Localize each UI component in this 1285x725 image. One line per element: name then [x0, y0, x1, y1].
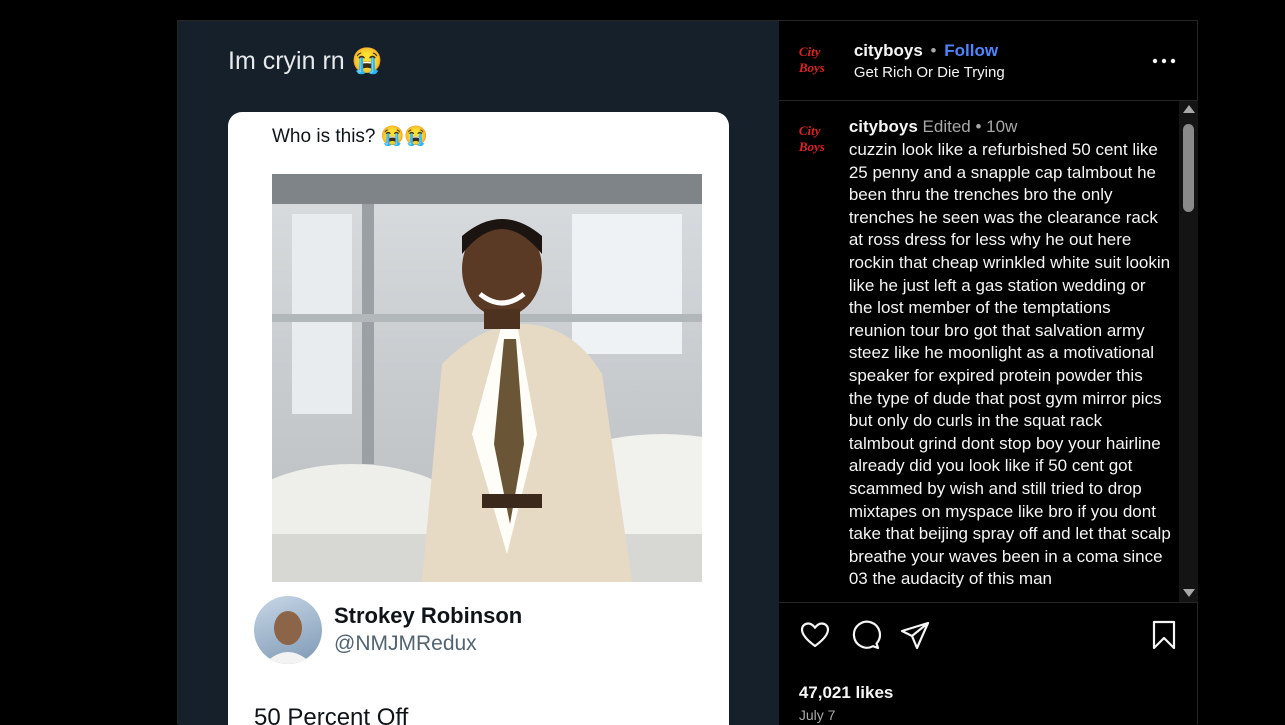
post-sidebar: City Boys cityboys • Follow Get Rich Or … [778, 21, 1198, 725]
tweet-photo [272, 174, 702, 582]
tweet-author: Strokey Robinson @NMJMRedux [254, 596, 714, 666]
tweet-author-handle: @NMJMRedux [334, 632, 477, 655]
avatar [254, 596, 322, 664]
separator-dot: • [975, 117, 982, 136]
media-caption: Im cryin rn 😭 [228, 47, 383, 75]
comment-icon[interactable] [849, 619, 881, 651]
post-header: City Boys cityboys • Follow Get Rich Or … [778, 21, 1198, 101]
separator-dot: • [930, 41, 937, 60]
more-horizontal-icon[interactable] [1151, 49, 1177, 73]
scroll-down-arrow-icon[interactable] [1182, 589, 1195, 597]
bookmark-icon[interactable] [1148, 619, 1180, 651]
follow-button[interactable]: Follow [944, 41, 998, 60]
tweet-question: Who is this? 😭😭 [272, 126, 429, 147]
post-actions: 47,021 likes July 7 [779, 603, 1198, 725]
heart-icon[interactable] [799, 619, 831, 651]
comments-section[interactable]: City Boys cityboys Edited • 10w cuzzin l… [778, 101, 1198, 603]
comment-username[interactable]: cityboys [849, 117, 918, 136]
caption-text: cuzzin look like a refurbished 50 cent l… [848, 140, 1171, 589]
tweet-author-name: Strokey Robinson [334, 603, 523, 628]
scroll-up-arrow-icon[interactable] [1182, 105, 1195, 113]
share-icon[interactable] [899, 619, 931, 651]
header-username[interactable]: cityboys [854, 41, 923, 60]
profile-avatar-logo[interactable]: City Boys [799, 43, 841, 77]
post-media[interactable]: Im cryin rn 😭 Who is this? 😭😭 Strokey Ro… [178, 21, 779, 725]
man-in-suit-illustration [272, 174, 702, 582]
comment-header: cityboys Edited • 10w [849, 117, 1018, 137]
likes-count[interactable]: 47,021 likes [799, 683, 894, 703]
comment-age[interactable]: 10w [986, 117, 1017, 136]
tweet-text: 50 Percent Off [254, 704, 409, 725]
post-date[interactable]: July 7 [799, 707, 836, 723]
header-subtitle[interactable]: Get Rich Or Die Trying [854, 64, 1005, 81]
scrollbar-thumb[interactable] [1182, 124, 1194, 212]
tweet-card: Who is this? 😭😭 Strokey Robinson @NMJMRe… [228, 112, 729, 725]
instagram-post-modal: Im cryin rn 😭 Who is this? 😭😭 Strokey Ro… [177, 20, 1198, 725]
header-user-line: cityboys • Follow [854, 41, 998, 61]
edited-label: Edited [922, 117, 971, 136]
scrollbar[interactable] [1178, 101, 1198, 602]
comment-avatar-logo[interactable]: City Boys [799, 123, 841, 155]
